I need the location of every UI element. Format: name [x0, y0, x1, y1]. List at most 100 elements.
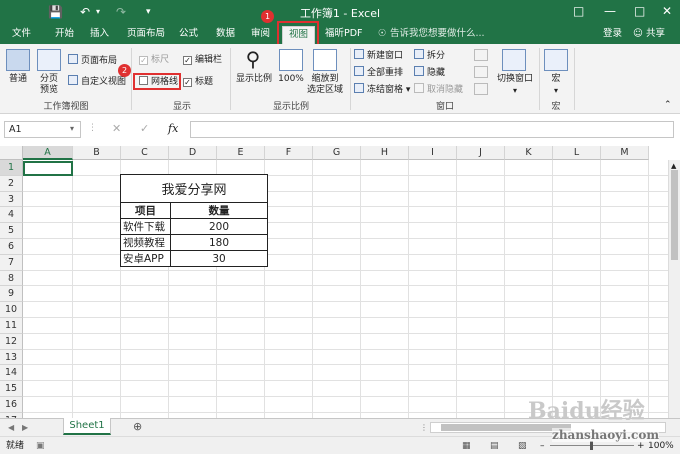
row-header-15[interactable]: 15 — [0, 381, 23, 397]
signin-link[interactable]: 登录 — [603, 28, 622, 40]
ribbon-display-icon[interactable]: □ — [573, 4, 584, 18]
page-break-icon[interactable] — [37, 49, 61, 71]
new-window-button[interactable]: 新建窗口 — [354, 49, 403, 62]
row-header-1[interactable]: 1 — [0, 160, 23, 176]
page-layout-status-icon[interactable]: ▤ — [490, 440, 499, 452]
table-header-item[interactable]: 项目 — [120, 202, 171, 219]
vertical-scrollbar[interactable]: ▲ — [668, 160, 680, 418]
tab-page-layout[interactable]: 页面布局 — [127, 28, 165, 40]
row-header-4[interactable]: 4 — [0, 207, 23, 224]
formula-bar-checkbox[interactable]: ✓ 编辑栏 — [183, 54, 222, 66]
minimize-icon[interactable]: — — [604, 4, 616, 18]
macro-record-icon[interactable]: ▣ — [36, 440, 45, 452]
column-header-f[interactable]: F — [265, 146, 313, 160]
table-cell[interactable]: 安卓APP — [120, 250, 171, 267]
table-cell[interactable]: 200 — [170, 218, 268, 235]
row-header-12[interactable]: 12 — [0, 333, 23, 350]
row-gridline — [23, 380, 668, 382]
page-break-label-1: 分页 — [39, 74, 58, 84]
row-header-5[interactable]: 5 — [0, 223, 23, 239]
normal-view-status-icon[interactable]: ▦ — [462, 440, 471, 452]
macros-icon[interactable] — [544, 49, 568, 71]
share-button[interactable]: 共享 — [646, 28, 665, 40]
active-cell[interactable] — [23, 161, 73, 176]
hide-button[interactable]: 隐藏 — [414, 66, 445, 79]
column-header-k[interactable]: K — [505, 146, 553, 160]
tab-data[interactable]: 数据 — [216, 28, 235, 40]
custom-views-button[interactable]: 自定义视图 — [68, 75, 126, 88]
table-cell[interactable]: 软件下载 — [120, 218, 171, 235]
zoom-out-icon[interactable]: – — [540, 440, 545, 452]
row-gridline — [23, 269, 668, 271]
row-header-14[interactable]: 14 — [0, 365, 23, 382]
table-title[interactable]: 我爱分享网 — [120, 174, 268, 203]
page-layout-button[interactable]: 页面布局 — [68, 54, 117, 67]
column-header-j[interactable]: J — [457, 146, 505, 160]
close-icon[interactable]: ✕ — [662, 4, 672, 18]
column-header-i[interactable]: I — [409, 146, 457, 160]
watermark-site: zhanshaoyi.com — [552, 428, 660, 442]
tell-me-input[interactable]: 告诉我您想要做什么... — [390, 28, 485, 40]
name-box-dropdown-icon[interactable]: ▾ — [70, 123, 74, 135]
row-header-16[interactable]: 16 — [0, 397, 23, 413]
table-cell[interactable]: 视频教程 — [120, 234, 171, 251]
view-side-by-side-icon[interactable] — [474, 49, 488, 61]
freeze-panes-button[interactable]: 冻结窗格 ▾ — [354, 83, 410, 96]
tab-formulas[interactable]: 公式 — [179, 28, 198, 40]
normal-view-icon[interactable] — [6, 49, 30, 71]
zoom-slider-thumb[interactable] — [590, 441, 593, 450]
sync-scroll-icon[interactable] — [474, 66, 488, 78]
column-header-e[interactable]: E — [217, 146, 265, 160]
cancel-icon[interactable]: ✕ — [112, 123, 121, 135]
column-header-b[interactable]: B — [73, 146, 121, 160]
row-header-8[interactable]: 8 — [0, 270, 23, 287]
column-header-h[interactable]: H — [361, 146, 409, 160]
row-header-2[interactable]: 2 — [0, 175, 23, 192]
worksheet-grid[interactable]: ABCDEFGHIJKLM 12345678910111213141516171… — [0, 146, 680, 418]
table-header-qty[interactable]: 数量 — [170, 202, 268, 219]
row-header-9[interactable]: 9 — [0, 286, 23, 303]
column-header-g[interactable]: G — [313, 146, 361, 160]
row-header-6[interactable]: 6 — [0, 239, 23, 255]
tab-insert[interactable]: 插入 — [90, 28, 109, 40]
row-header-11[interactable]: 11 — [0, 318, 23, 334]
switch-windows-icon[interactable] — [502, 49, 526, 71]
row-header-3[interactable]: 3 — [0, 191, 23, 208]
ruler-checkbox[interactable]: ✓ 标尺 — [139, 54, 169, 66]
add-sheet-icon[interactable]: ⊕ — [133, 421, 142, 433]
zoom-100-icon[interactable] — [279, 49, 303, 71]
zoom-selection-icon[interactable] — [313, 49, 337, 71]
prev-sheet-icon[interactable]: ◀ — [8, 422, 14, 434]
sheet-tab-sheet1[interactable]: Sheet1 — [63, 418, 111, 435]
split-button[interactable]: 拆分 — [414, 49, 445, 62]
unhide-button[interactable]: 取消隐藏 — [414, 83, 463, 96]
column-header-l[interactable]: L — [553, 146, 601, 160]
row-header-13[interactable]: 13 — [0, 349, 23, 366]
column-header-m[interactable]: M — [601, 146, 649, 160]
collapse-ribbon-icon[interactable]: ⌃ — [664, 99, 672, 111]
formula-bar-check-icon: ✓ — [183, 56, 192, 65]
tab-review[interactable]: 审阅 — [251, 28, 270, 40]
formula-input[interactable] — [190, 121, 674, 138]
zoom-icon[interactable]: ⚲ — [236, 47, 270, 71]
maximize-icon[interactable]: □ — [634, 4, 645, 18]
row-header-7[interactable]: 7 — [0, 254, 23, 271]
column-header-c[interactable]: C — [121, 146, 169, 160]
row-header-10[interactable]: 10 — [0, 302, 23, 318]
column-header-a[interactable]: A — [23, 146, 73, 160]
arrange-all-button[interactable]: 全部重排 — [354, 66, 403, 79]
select-all-corner[interactable] — [0, 146, 23, 160]
tab-home[interactable]: 开始 — [55, 28, 74, 40]
table-cell[interactable]: 180 — [170, 234, 268, 251]
enter-icon[interactable]: ✓ — [140, 123, 149, 135]
headings-checkbox[interactable]: ✓ 标题 — [183, 76, 213, 88]
tab-foxit-pdf[interactable]: 福昕PDF — [325, 28, 363, 40]
reset-position-icon[interactable] — [474, 83, 488, 95]
table-cell[interactable]: 30 — [170, 250, 268, 267]
tab-file[interactable]: 文件 — [12, 28, 31, 40]
column-header-d[interactable]: D — [169, 146, 217, 160]
insert-function-icon[interactable]: fx — [168, 123, 178, 135]
scroll-thumb[interactable] — [671, 170, 678, 260]
page-break-status-icon[interactable]: ▧ — [518, 440, 527, 452]
next-sheet-icon[interactable]: ▶ — [22, 422, 28, 434]
